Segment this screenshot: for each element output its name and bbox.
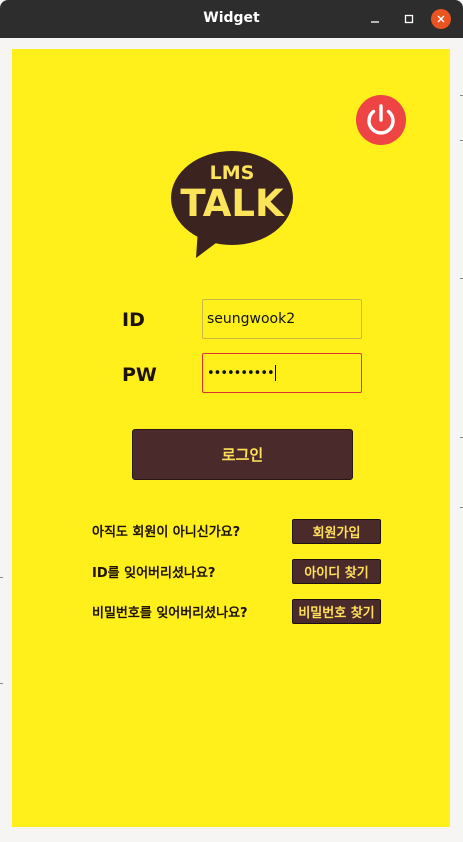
signup-question: 아직도 회원이 아니신가요?	[92, 525, 241, 540]
edge-mark	[0, 577, 3, 578]
edge-mark	[0, 683, 3, 684]
pw-label: PW	[122, 364, 157, 386]
minimize-button[interactable]	[365, 9, 385, 29]
password-input-value: ••••••••••	[207, 365, 275, 381]
power-icon	[356, 95, 406, 145]
id-label: ID	[122, 309, 145, 331]
window-title: Widget	[203, 10, 260, 26]
app-window: Widget LMS TALK ID seungwook2 PW •••••••…	[0, 0, 463, 842]
find-id-button[interactable]: 아이디 찾기	[292, 559, 381, 584]
logo-line-2: TALK	[180, 182, 285, 225]
minimize-icon	[371, 21, 379, 23]
find-password-button[interactable]: 비밀번호 찾기	[292, 599, 381, 624]
login-panel: LMS TALK ID seungwook2 PW •••••••••• 로그인…	[12, 49, 450, 827]
id-input[interactable]: seungwook2	[202, 299, 362, 339]
title-bar[interactable]: Widget	[0, 0, 463, 38]
lms-talk-logo: LMS TALK	[171, 151, 293, 258]
signup-button[interactable]: 회원가입	[292, 519, 381, 544]
close-button-circle	[431, 9, 451, 29]
find-id-question: ID를 잊어버리셨나요?	[92, 566, 216, 581]
power-button[interactable]	[356, 95, 406, 145]
maximize-icon	[404, 14, 414, 24]
close-icon	[437, 15, 445, 23]
logo-line-1: LMS	[210, 162, 255, 184]
maximize-button[interactable]	[399, 9, 419, 29]
id-input-value: seungwook2	[207, 311, 296, 327]
close-button[interactable]	[431, 9, 451, 29]
text-caret	[274, 365, 276, 381]
login-button[interactable]: 로그인	[132, 429, 353, 480]
find-pw-question: 비밀번호를 잊어버리셨나요?	[92, 606, 248, 621]
password-input[interactable]: ••••••••••	[202, 353, 362, 393]
